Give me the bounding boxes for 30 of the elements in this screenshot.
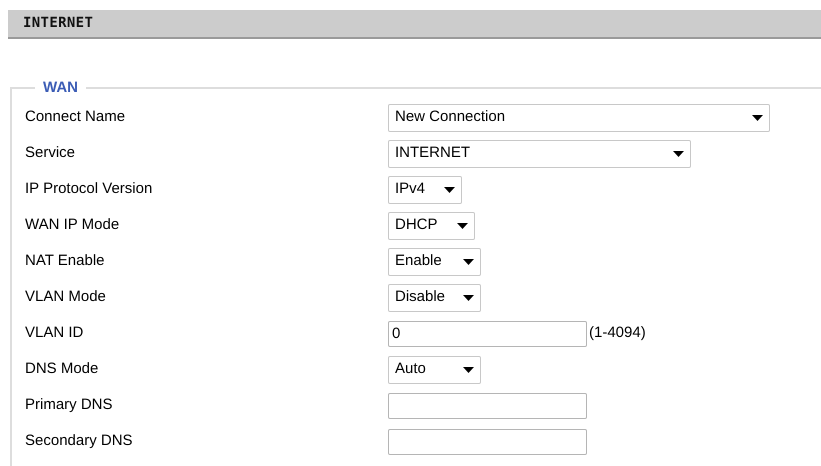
dropdown-arrow-icon	[457, 222, 468, 228]
dropdown[interactable]: Disable	[388, 284, 481, 312]
field-label: VLAN ID	[25, 323, 84, 344]
text-field[interactable]	[388, 428, 587, 454]
range-hint: (1-4094)	[589, 323, 646, 344]
field-label: VLAN Mode	[25, 287, 107, 308]
section-legend: WAN	[43, 79, 78, 96]
dropdown-arrow-icon	[463, 258, 474, 264]
dropdown[interactable]: Enable	[388, 248, 481, 276]
field-label: Secondary DNS	[25, 431, 134, 452]
dropdown[interactable]: DHCP	[388, 212, 475, 240]
page-title: INTERNET	[23, 14, 94, 33]
dropdown[interactable]: Auto	[388, 356, 481, 384]
field-label: Primary DNS	[25, 395, 114, 416]
field-label: NAT Enable	[25, 251, 106, 272]
dropdown-arrow-icon	[752, 114, 763, 120]
field-label: Connect Name	[25, 107, 126, 128]
dropdown-arrow-icon	[463, 366, 474, 372]
text-field[interactable]: 0	[388, 320, 587, 346]
dropdown[interactable]: INTERNET	[388, 140, 691, 168]
dropdown[interactable]: New Connection	[388, 104, 770, 132]
text-field[interactable]	[388, 392, 587, 418]
field-label: WAN IP Mode	[25, 215, 120, 236]
field-label: DNS Mode	[25, 359, 100, 380]
dropdown-arrow-icon	[444, 186, 455, 192]
dropdown-arrow-icon	[463, 294, 474, 300]
dropdown-arrow-icon	[673, 150, 684, 156]
dropdown[interactable]: IPv4	[388, 176, 462, 204]
field-label: Service	[25, 143, 76, 164]
field-label: IP Protocol Version	[25, 179, 154, 200]
